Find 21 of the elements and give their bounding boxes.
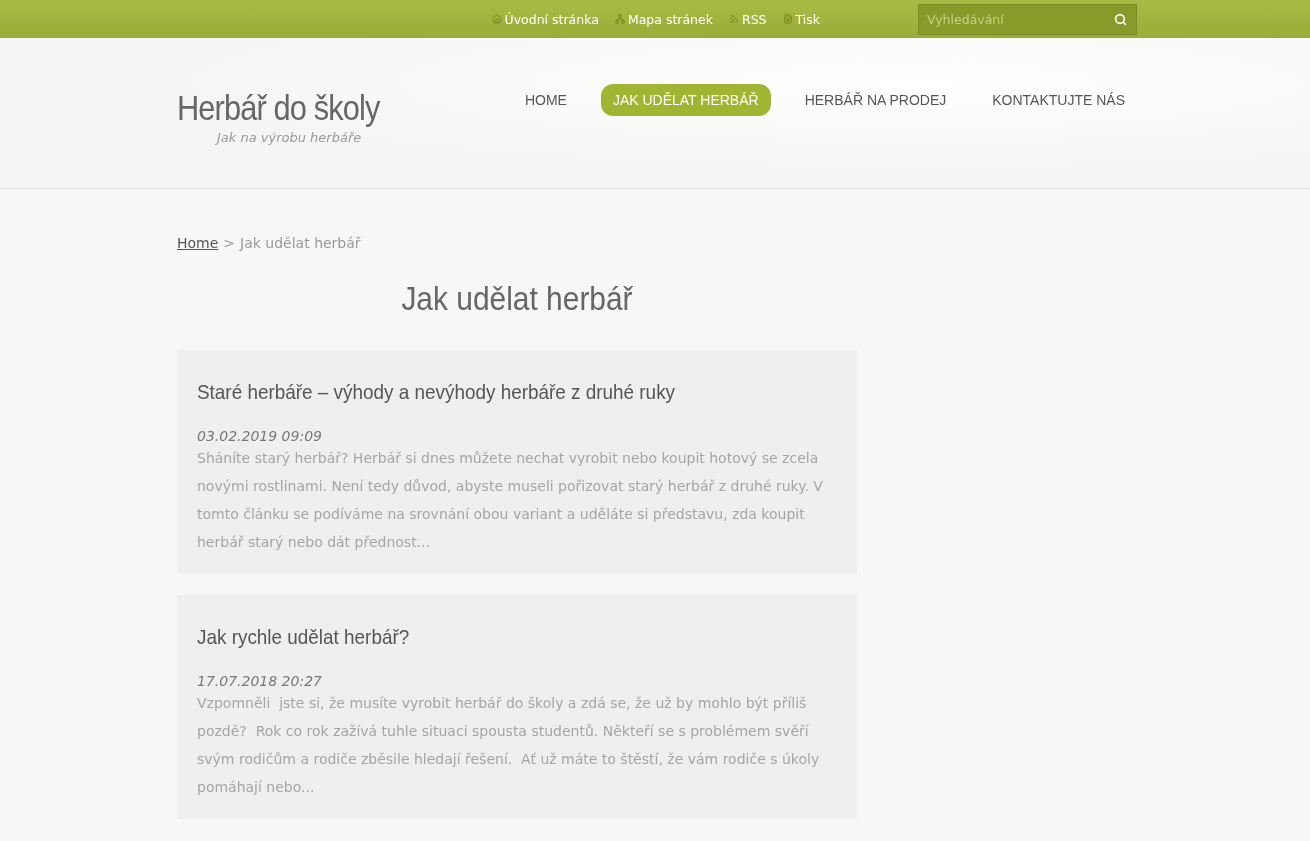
breadcrumb-link[interactable]: Home [177,235,219,251]
search-field[interactable]: Vyhledávání [918,3,1137,35]
rss-icon [728,14,739,24]
site-title: Herbář do školy [177,88,380,128]
search-icon[interactable] [1114,12,1127,26]
home-icon [491,14,502,24]
nav-item[interactable]: KONTAKTUJTE NÁS [980,84,1137,116]
site-tagline: Jak na výrobu herbáře [217,130,363,145]
article-date: 17.07.2018 20:27 [197,673,323,689]
breadcrumb-current: Jak udělat herbář [240,235,361,251]
article-title[interactable]: Staré herbáře – výhody a nevýhody herbáře z druhé ruky [197,380,773,404]
sitemap-icon [614,14,625,24]
article-excerpt: Vzpomněli jste si, že musíte vyrobit herbář do školy a zdá se, že už by mohlo být příliš pozdě? Rok co rok zažívá tuhle situaci spousta studentů. Někteří se s problémem svěří svým rodičům a rodiče zběsile hledají řešení. Ať už máte to štěstí, že vám rodiče s úkoly pomáhají nebo... [197,694,821,797]
nav-item[interactable]: HERBÁŘ NA PRODEJ [792,84,959,116]
article-title[interactable]: Jak rychle udělat herbář? [197,625,773,649]
page-title: Jak udělat herbář [400,279,634,318]
breadcrumb-separator: > [223,235,236,251]
document-icon [782,14,793,24]
nav-item[interactable]: HOME [512,84,579,116]
article-date: 03.02.2019 09:09 [197,428,323,444]
article-excerpt: Sháníte starý herbář? Herbář si dnes můžete nechat vyrobit nebo koupit hotový se zcela novými rostlinami. Není tedy důvod, abyste museli pořizovat starý herbář z druhé ruky. V tomto článku se podíváme na srovnání obou variant a uděláte si představu, zda koupit herbář starý nebo dát přednost... [197,449,824,552]
